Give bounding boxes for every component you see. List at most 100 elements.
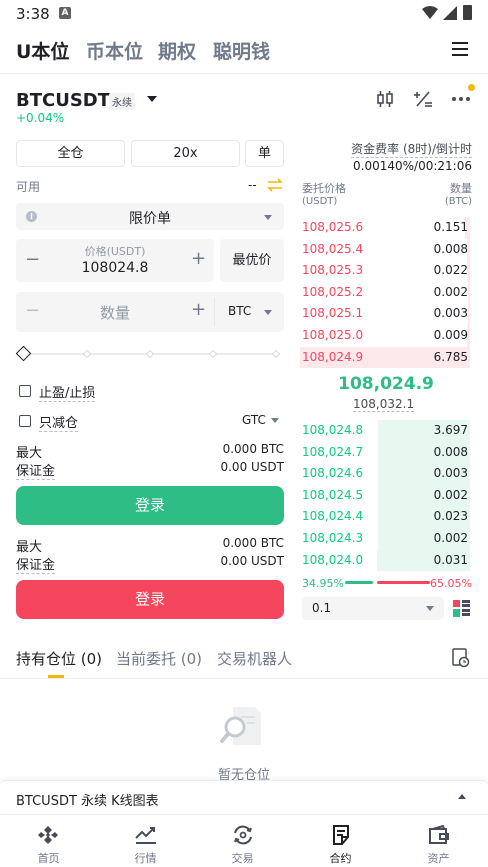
ask-row[interactable]: 108,025.2 0.002 xyxy=(300,281,470,304)
slider-tick[interactable] xyxy=(208,349,218,359)
quantity-unit[interactable]: BTC xyxy=(228,304,251,318)
order-price: 108,024.7 xyxy=(302,444,364,459)
reduce-only-checkbox[interactable] xyxy=(19,415,31,427)
home-icon[interactable] xyxy=(38,825,58,845)
bid-row[interactable]: 108,024.7 0.008 xyxy=(300,441,470,464)
markets-icon[interactable] xyxy=(135,826,157,844)
ratio-bar-buy xyxy=(345,581,373,584)
divider xyxy=(214,298,215,326)
order-price: 108,024.3 xyxy=(302,530,364,545)
order-quantity: 6.785 xyxy=(433,349,468,364)
assets-icon[interactable] xyxy=(428,825,450,845)
precision-select[interactable]: 0.1 xyxy=(302,597,444,620)
ask-row[interactable]: 108,025.4 0.008 xyxy=(300,238,470,261)
symbol-name[interactable]: BTCUSDT xyxy=(16,90,110,111)
nav-futures[interactable]: 合约 xyxy=(292,850,389,866)
price-input[interactable]: − 价格(USDT) 108024.8 + xyxy=(16,239,214,282)
tab-trading-bots[interactable]: 交易机器人 xyxy=(217,648,292,669)
price-value[interactable]: 108024.8 xyxy=(16,260,214,276)
bid-row[interactable]: 108,024.0 0.031 xyxy=(300,549,470,572)
ask-row[interactable]: 108,025.1 0.003 xyxy=(300,303,470,325)
order-type-select[interactable]: i 限价单 xyxy=(16,203,284,230)
plus-icon[interactable]: + xyxy=(191,299,206,320)
quantity-input[interactable]: − 数量 + BTC xyxy=(16,292,284,332)
calculator-icon[interactable] xyxy=(413,90,433,108)
order-price: 108,024.9 xyxy=(302,349,364,364)
kline-chart-bar[interactable]: BTCUSDT 永续 K线图表 xyxy=(0,780,488,815)
tp-sl-checkbox[interactable] xyxy=(19,385,31,397)
position-mode-button[interactable]: 单 xyxy=(245,140,284,167)
ob-price-label: 委托价格 xyxy=(302,182,346,195)
chevron-up-icon[interactable] xyxy=(458,794,466,799)
chevron-down-icon xyxy=(264,310,272,315)
order-price: 108,025.4 xyxy=(302,241,364,256)
bid-row[interactable]: 108,024.5 0.002 xyxy=(300,484,470,507)
sell-login-button[interactable]: 登录 xyxy=(16,580,284,619)
depth-bar xyxy=(468,281,470,304)
price-change: +0.04% xyxy=(16,111,65,125)
precision-value: 0.1 xyxy=(312,601,332,615)
ask-row[interactable]: 108,024.9 6.785 xyxy=(300,346,470,369)
more-icon[interactable] xyxy=(451,96,471,102)
orderbook-layout-icon[interactable] xyxy=(453,600,470,617)
ask-row[interactable]: 108,025.6 0.151 xyxy=(300,217,470,239)
order-price: 108,025.2 xyxy=(302,284,364,299)
tab-coin-m[interactable]: 币本位 xyxy=(86,37,143,64)
funding-rate-label[interactable]: 资金费率 (8时)/倒计时 xyxy=(351,140,472,158)
candlestick-icon[interactable] xyxy=(376,90,394,108)
sell-ratio: 65.05% xyxy=(430,577,472,590)
bid-row[interactable]: 108,024.4 0.023 xyxy=(300,506,470,528)
bid-row[interactable]: 108,024.6 0.003 xyxy=(300,463,470,485)
order-quantity: 0.008 xyxy=(433,241,468,256)
bid-row[interactable]: 108,024.8 3.697 xyxy=(300,420,470,442)
ask-row[interactable]: 108,025.0 0.009 xyxy=(300,324,470,347)
slider-handle[interactable] xyxy=(15,345,32,362)
trade-icon[interactable] xyxy=(232,825,254,845)
slider-tick[interactable] xyxy=(145,349,155,359)
battery-icon xyxy=(463,5,472,20)
tab-open-orders[interactable]: 当前委托 (0) xyxy=(116,648,202,669)
margin-mode-button[interactable]: 全仓 xyxy=(16,140,125,167)
signal-icon xyxy=(443,6,457,20)
nav-assets[interactable]: 资产 xyxy=(390,850,487,866)
order-quantity: 0.002 xyxy=(433,487,468,502)
bid-row[interactable]: 108,024.3 0.002 xyxy=(300,527,470,550)
buy-login-button[interactable]: 登录 xyxy=(16,486,284,525)
mark-price[interactable]: 108,032.1 xyxy=(353,397,415,412)
tab-options[interactable]: 期权 xyxy=(158,37,196,64)
plus-icon[interactable]: + xyxy=(191,248,206,269)
tif-select[interactable]: GTC xyxy=(242,413,266,427)
order-history-icon[interactable] xyxy=(452,648,470,668)
kline-chart-label: BTCUSDT 永续 K线图表 xyxy=(16,794,159,809)
transfer-icon[interactable] xyxy=(267,178,283,192)
ob-qty-label: 数量 xyxy=(450,182,472,195)
nav-markets[interactable]: 行情 xyxy=(97,850,194,866)
order-quantity: 3.697 xyxy=(433,423,468,437)
tab-smart-money[interactable]: 聪明钱 xyxy=(213,37,270,64)
status-bar: 3:38 A xyxy=(0,0,488,28)
order-quantity: 0.151 xyxy=(433,220,468,234)
slider-tick[interactable] xyxy=(271,349,281,359)
max-sell-value: 0.000 BTC xyxy=(222,536,284,550)
nav-home[interactable]: 首页 xyxy=(0,850,97,866)
depth-bar xyxy=(468,303,470,325)
symbol-dropdown-icon[interactable] xyxy=(147,96,157,102)
available-value: -- xyxy=(248,178,257,192)
leverage-button[interactable]: 20x xyxy=(131,140,240,167)
order-price: 108,024.0 xyxy=(302,552,364,567)
menu-icon[interactable] xyxy=(452,42,468,56)
tab-usdt-m[interactable]: U本位 xyxy=(16,37,69,64)
wifi-icon xyxy=(422,6,438,19)
tp-sl-label[interactable]: 止盈/止损 xyxy=(39,382,96,402)
ob-qty-unit: (BTC) xyxy=(444,196,472,207)
order-price: 108,024.4 xyxy=(302,509,364,524)
futures-icon[interactable] xyxy=(332,825,350,845)
best-price-button[interactable]: 最优价 xyxy=(220,239,284,282)
reduce-only-label[interactable]: 只减仓 xyxy=(39,412,79,432)
nav-trade[interactable]: 交易 xyxy=(194,850,291,866)
slider-tick[interactable] xyxy=(82,349,92,359)
tab-positions[interactable]: 持有仓位 (0) xyxy=(16,648,102,669)
last-price[interactable]: 108,024.9 xyxy=(300,374,472,394)
ask-row[interactable]: 108,025.3 0.022 xyxy=(300,260,470,282)
chevron-down-icon xyxy=(271,418,279,423)
